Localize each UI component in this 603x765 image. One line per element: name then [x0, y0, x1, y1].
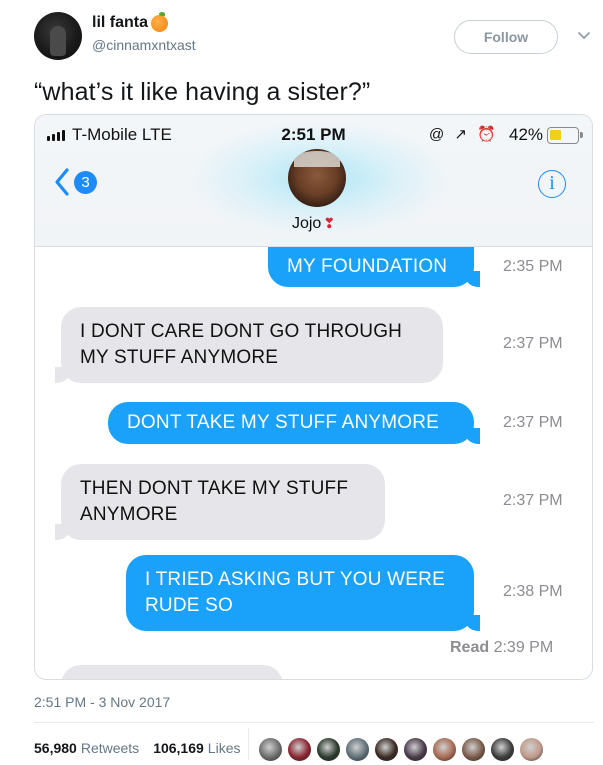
- tweet-timestamp[interactable]: 2:51 PM - 3 Nov 2017: [34, 694, 170, 710]
- battery-icon: [547, 127, 583, 144]
- contact-avatar[interactable]: [288, 149, 346, 207]
- messages-header: T-Mobile LTE 2:51 PM @ ↗ ⏰ 42% 3 Jojo ❣ i: [35, 115, 592, 247]
- read-label: Read: [450, 639, 490, 656]
- retweets-label: Retweets: [80, 740, 140, 756]
- liker-avatar[interactable]: [258, 737, 283, 762]
- read-receipt: Read 2:39 PM: [450, 639, 553, 657]
- avatar[interactable]: [34, 12, 82, 60]
- message-bubble[interactable]: MY FOUNDATION: [268, 247, 480, 287]
- heart-icon: ❣: [323, 215, 336, 231]
- liker-avatar[interactable]: [519, 737, 544, 762]
- conversation-screenshot[interactable]: T-Mobile LTE 2:51 PM @ ↗ ⏰ 42% 3 Jojo ❣ i…: [34, 114, 593, 680]
- message-time: 2:37 PM: [503, 492, 563, 509]
- message-text: RUDE SO: [145, 595, 233, 616]
- message-text: THEN DONT TAKE MY STUFF: [80, 478, 349, 499]
- tweet-stats: 56,980 Retweets 106,169 Likes: [34, 740, 254, 756]
- status-icons: @ ↗ ⏰: [429, 126, 499, 143]
- liker-avatar[interactable]: [345, 737, 370, 762]
- message-time: 2:35 PM: [503, 258, 563, 275]
- message-time: 2:37 PM: [503, 414, 563, 431]
- liker-avatar[interactable]: [287, 737, 312, 762]
- contact-name[interactable]: Jojo ❣: [35, 215, 592, 233]
- message-text: I TRIED ASKING BUT YOU WERE: [145, 569, 445, 590]
- message-bubble[interactable]: THEN DONT TAKE MY STUFF ANYMORE: [55, 464, 385, 540]
- read-time: 2:39 PM: [493, 639, 554, 656]
- status-bar: T-Mobile LTE 2:51 PM @ ↗ ⏰ 42%: [35, 115, 592, 151]
- message-text: DONT TAKE MY STUFF ANYMORE: [127, 412, 440, 433]
- chevron-left-icon: [55, 168, 69, 196]
- message-text: MY FOUNDATION: [287, 256, 448, 277]
- chevron-down-icon[interactable]: [577, 28, 591, 42]
- name-row: lil fanta: [92, 11, 169, 32]
- liker-avatar[interactable]: [374, 737, 399, 762]
- message-text: I DONT CARE DONT GO THROUGH: [80, 321, 403, 342]
- tweet-header: lil fanta @cinnamxntxast Follow: [34, 11, 594, 64]
- contact-name-label: Jojo: [291, 215, 322, 232]
- liker-avatar[interactable]: [432, 737, 457, 762]
- message-text: MY STUFF ANYMORE: [80, 347, 279, 368]
- user-handle[interactable]: @cinnamxntxast: [92, 37, 196, 53]
- vertical-divider: [248, 728, 249, 760]
- message-bubble[interactable]: I TRIED ASKING BUT YOU WERE RUDE SO: [126, 555, 480, 631]
- message-bubble[interactable]: I DONT CARE DONT GO THROUGH MY STUFF ANY…: [55, 307, 443, 383]
- liker-avatar[interactable]: [490, 737, 515, 762]
- orange-icon: [151, 11, 169, 32]
- info-button[interactable]: i: [538, 170, 566, 198]
- likes-count: 106,169: [153, 740, 204, 756]
- likes-stat[interactable]: 106,169 Likes: [153, 740, 240, 756]
- follow-button[interactable]: Follow: [454, 20, 558, 54]
- battery-percent: 42%: [509, 125, 544, 144]
- tweet-text: “what’s it like having a sister?”: [34, 78, 371, 106]
- display-name[interactable]: lil fanta: [92, 14, 148, 32]
- liker-avatar[interactable]: [461, 737, 486, 762]
- message-text: ANYMORE: [80, 504, 178, 525]
- message-bubble[interactable]: DONT TAKE MY STUFF ANYMORE: [108, 402, 480, 444]
- message-bubble-partial[interactable]: [61, 665, 283, 679]
- liker-avatars: [258, 737, 548, 762]
- back-button[interactable]: 3: [53, 167, 97, 197]
- likes-label: Likes: [207, 740, 241, 756]
- retweets-stat[interactable]: 56,980 Retweets: [34, 740, 139, 756]
- unread-count-badge: 3: [74, 170, 97, 194]
- retweets-count: 56,980: [34, 740, 77, 756]
- divider: [34, 722, 594, 723]
- liker-avatar[interactable]: [403, 737, 428, 762]
- message-time: 2:38 PM: [503, 583, 563, 600]
- liker-avatar[interactable]: [316, 737, 341, 762]
- message-time: 2:37 PM: [503, 335, 563, 352]
